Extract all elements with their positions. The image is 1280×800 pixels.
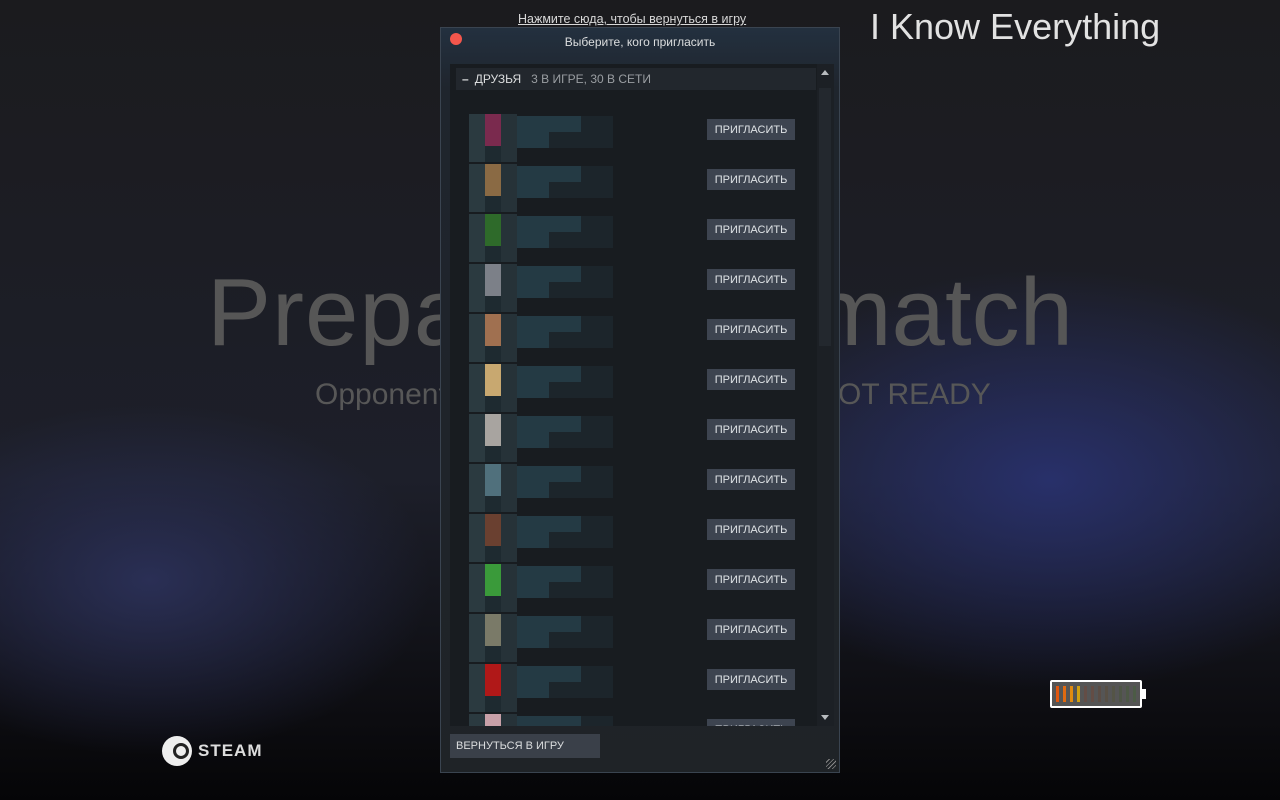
friend-avatar (469, 264, 517, 312)
friend-avatar (469, 714, 517, 726)
friends-list: – ДРУЗЬЯ 3 В ИГРЕ, 30 В СЕТИ ПРИГЛАСИТЬ П… (450, 64, 834, 726)
scrollbar-thumb[interactable] (819, 88, 831, 346)
steam-logo: STEAM (162, 736, 263, 766)
battery-segment (1098, 686, 1101, 702)
invite-button[interactable]: ПРИГЛАСИТЬ (707, 319, 795, 340)
battery-indicator (1050, 680, 1142, 708)
battery-segment (1133, 686, 1136, 702)
friend-avatar (469, 664, 517, 712)
invite-button[interactable]: ПРИГЛАСИТЬ (707, 469, 795, 490)
friend-row: ПРИГЛАСИТЬ (450, 364, 820, 416)
steam-label: STEAM (198, 741, 263, 760)
friend-row: ПРИГЛАСИТЬ (450, 314, 820, 366)
invite-button[interactable]: ПРИГЛАСИТЬ (707, 519, 795, 540)
friend-avatar (469, 164, 517, 212)
group-counts: 3 В ИГРЕ, 30 В СЕТИ (531, 72, 651, 86)
friend-name-pixelated (517, 266, 613, 298)
friend-row: ПРИГЛАСИТЬ (450, 614, 820, 666)
friend-name-pixelated (517, 116, 613, 148)
battery-segment (1119, 686, 1122, 702)
friends-group-header[interactable]: – ДРУЗЬЯ 3 В ИГРЕ, 30 В СЕТИ (456, 68, 816, 90)
scroll-up-icon[interactable] (821, 70, 829, 75)
background-headline-right: match (811, 259, 1073, 366)
friend-name-pixelated (517, 366, 613, 398)
friend-name-pixelated (517, 216, 613, 248)
friend-row: ПРИГЛАСИТЬ (450, 164, 820, 216)
resize-grip[interactable] (826, 759, 836, 769)
invite-button[interactable]: ПРИГЛАСИТЬ (707, 219, 795, 240)
friend-row: ПРИГЛАСИТЬ (450, 714, 820, 726)
invite-button[interactable]: ПРИГЛАСИТЬ (707, 119, 795, 140)
friend-avatar (469, 114, 517, 162)
friend-name-pixelated (517, 716, 613, 726)
group-name: ДРУЗЬЯ (474, 72, 522, 86)
return-to-game-button[interactable]: ВЕРНУТЬСЯ В ИГРУ (450, 734, 600, 758)
battery-segment (1105, 686, 1108, 702)
friend-name-pixelated (517, 516, 613, 548)
invite-button[interactable]: ПРИГЛАСИТЬ (707, 369, 795, 390)
friend-avatar (469, 564, 517, 612)
friend-row: ПРИГЛАСИТЬ (450, 264, 820, 316)
battery-segment (1063, 686, 1066, 702)
friend-avatar (469, 314, 517, 362)
invite-button[interactable]: ПРИГЛАСИТЬ (707, 569, 795, 590)
friend-name-pixelated (517, 416, 613, 448)
friend-avatar (469, 464, 517, 512)
scroll-down-icon[interactable] (821, 715, 829, 720)
invite-dialog: Выберите, кого пригласить – ДРУЗЬЯ 3 В И… (440, 27, 840, 773)
collapse-icon[interactable]: – (462, 72, 469, 86)
battery-segment (1077, 686, 1080, 702)
friend-row: ПРИГЛАСИТЬ (450, 414, 820, 466)
friend-avatar (469, 214, 517, 262)
dialog-title: Выберите, кого пригласить (564, 35, 716, 49)
friend-row: ПРИГЛАСИТЬ (450, 214, 820, 266)
friend-avatar (469, 414, 517, 462)
invite-button[interactable]: ПРИГЛАСИТЬ (707, 669, 795, 690)
friend-row: ПРИГЛАСИТЬ (450, 514, 820, 566)
friend-name-pixelated (517, 666, 613, 698)
friend-name-pixelated (517, 166, 613, 198)
background-headline: Prepa (207, 259, 469, 366)
steam-icon (162, 736, 192, 766)
friend-row: ПРИГЛАСИТЬ (450, 114, 820, 166)
background-subline: Opponent (315, 378, 447, 411)
friend-avatar (469, 614, 517, 662)
battery-segment (1070, 686, 1073, 702)
friend-avatar (469, 364, 517, 412)
friend-name-pixelated (517, 466, 613, 498)
battery-segment (1112, 686, 1115, 702)
battery-segment (1126, 686, 1129, 702)
invite-button[interactable]: ПРИГЛАСИТЬ (707, 169, 795, 190)
battery-tip (1142, 689, 1146, 699)
friend-row: ПРИГЛАСИТЬ (450, 664, 820, 716)
invite-button[interactable]: ПРИГЛАСИТЬ (707, 719, 795, 726)
friend-row: ПРИГЛАСИТЬ (450, 564, 820, 616)
invite-button[interactable]: ПРИГЛАСИТЬ (707, 619, 795, 640)
return-to-game-link[interactable]: Нажмите сюда, чтобы вернуться в игру (518, 12, 746, 26)
battery-segment (1056, 686, 1059, 702)
game-title: I Know Everything (870, 6, 1161, 47)
friend-row: ПРИГЛАСИТЬ (450, 464, 820, 516)
friend-name-pixelated (517, 566, 613, 598)
friend-name-pixelated (517, 616, 613, 648)
friend-avatar (469, 514, 517, 562)
friend-name-pixelated (517, 316, 613, 348)
invite-button[interactable]: ПРИГЛАСИТЬ (707, 419, 795, 440)
battery-segment (1091, 686, 1094, 702)
invite-button[interactable]: ПРИГЛАСИТЬ (707, 269, 795, 290)
battery-segment (1084, 686, 1087, 702)
background-subline-right: OT READY (838, 378, 991, 411)
